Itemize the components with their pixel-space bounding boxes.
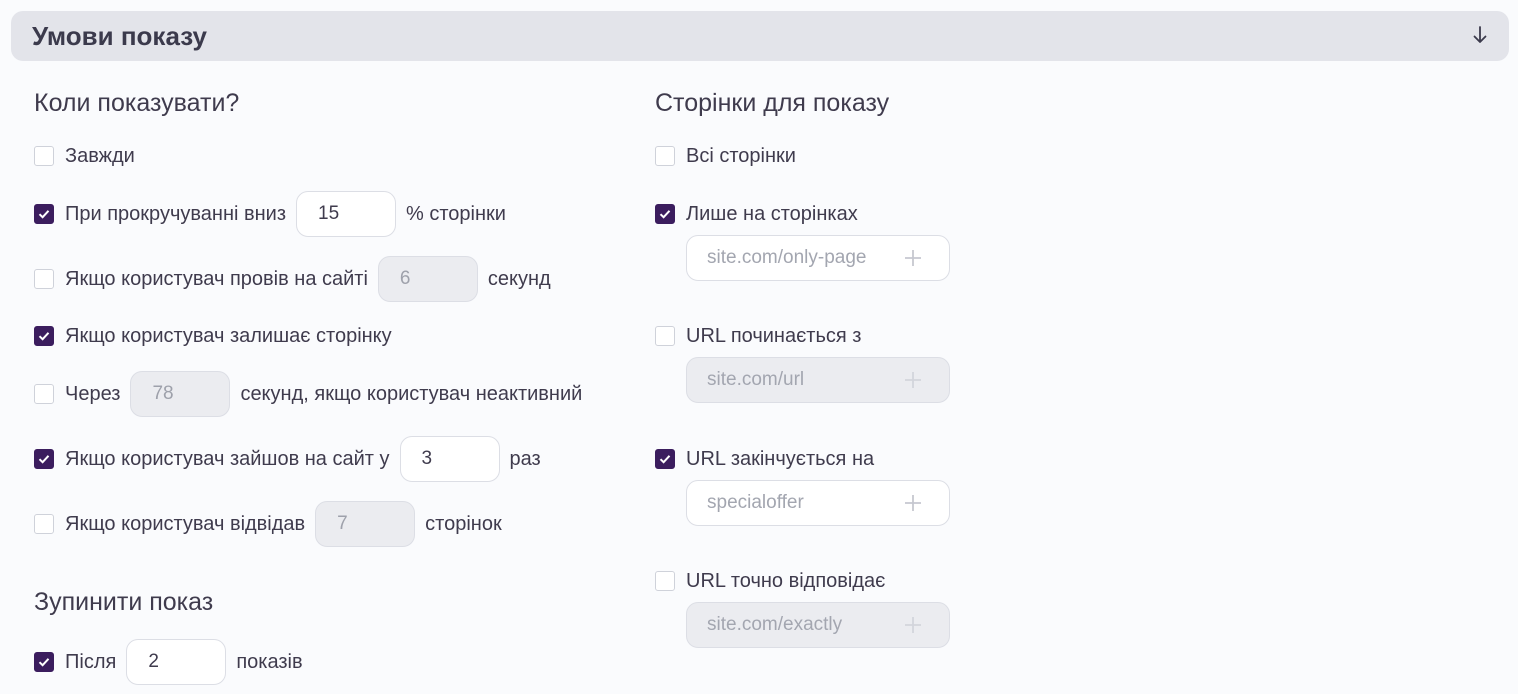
time-on-site-unit-label: секунд — [487, 267, 551, 290]
scroll-unit-label: % сторінки — [406, 202, 506, 225]
time-on-site-input[interactable] — [377, 256, 478, 302]
visits-checkbox[interactable] — [34, 449, 54, 469]
url-starts-field — [686, 357, 950, 403]
option-scroll: При прокручуванні вниз % сторінки — [34, 191, 506, 237]
pages-viewed-label: Якщо користувач відвідав — [65, 512, 306, 535]
always-checkbox[interactable] — [34, 146, 54, 166]
option-pages-viewed: Якщо користувач відвідав сторінок — [34, 501, 502, 547]
option-always: Завжди — [34, 133, 135, 179]
option-time-on-site: Якщо користувач провів на сайті секунд — [34, 256, 551, 302]
pages-viewed-unit-label: сторінок — [425, 512, 502, 535]
option-exit-intent: Якщо користувач залишає сторінку — [34, 313, 392, 359]
arrow-down-icon[interactable] — [1471, 23, 1489, 47]
only-pages-checkbox[interactable] — [655, 204, 675, 224]
inactive-checkbox[interactable] — [34, 384, 54, 404]
visits-unit-label: раз — [509, 447, 541, 470]
option-url-ends: URL закінчується на — [655, 436, 874, 482]
visits-count-input[interactable] — [399, 436, 500, 482]
url-ends-field — [686, 480, 950, 526]
url-ends-input[interactable] — [707, 491, 887, 515]
stop-after-input[interactable] — [126, 639, 227, 685]
url-ends-label: URL закінчується на — [686, 447, 875, 470]
url-starts-label: URL починається з — [686, 324, 862, 347]
option-visits: Якщо користувач зайшов на сайт у раз — [34, 436, 541, 482]
visits-label: Якщо користувач зайшов на сайт у — [65, 447, 390, 470]
url-ends-checkbox[interactable] — [655, 449, 675, 469]
stop-after-unit-label: показів — [236, 650, 303, 673]
section-title: Умови показу — [32, 21, 207, 51]
option-url-exact: URL точно відповідає — [655, 558, 885, 604]
time-on-site-label: Якщо користувач провів на сайті — [65, 267, 368, 290]
pages-title: Сторінки для показу — [655, 89, 890, 117]
all-pages-checkbox[interactable] — [655, 146, 675, 166]
url-exact-label: URL точно відповідає — [686, 569, 886, 592]
plus-icon[interactable] — [903, 248, 923, 268]
plus-icon[interactable] — [903, 370, 923, 390]
when-title: Коли показувати? — [34, 89, 240, 117]
inactive-seconds-input[interactable] — [130, 371, 231, 417]
always-label: Завжди — [65, 144, 135, 167]
section-header[interactable]: Умови показу — [11, 11, 1509, 61]
url-exact-input[interactable] — [707, 613, 887, 637]
scroll-label: При прокручуванні вниз — [65, 202, 286, 225]
only-pages-label: Лише на сторінках — [686, 202, 858, 225]
only-pages-input[interactable] — [707, 246, 887, 270]
pages-viewed-checkbox[interactable] — [34, 514, 54, 534]
only-pages-field — [686, 235, 950, 281]
stop-after-label: Після — [65, 650, 117, 673]
option-only-pages: Лише на сторінках — [655, 191, 858, 237]
option-inactive: Через секунд, якщо користувач неактивний — [34, 371, 582, 417]
stop-title: Зупинити показ — [34, 588, 214, 616]
url-starts-checkbox[interactable] — [655, 326, 675, 346]
plus-icon[interactable] — [903, 493, 923, 513]
stop-after-checkbox[interactable] — [34, 652, 54, 672]
inactive-label: Через — [65, 382, 121, 405]
inactive-unit-label: секунд, якщо користувач неактивний — [240, 382, 583, 405]
exit-intent-checkbox[interactable] — [34, 326, 54, 346]
option-url-starts: URL починається з — [655, 313, 861, 359]
scroll-checkbox[interactable] — [34, 204, 54, 224]
url-starts-input[interactable] — [707, 368, 887, 392]
exit-intent-label: Якщо користувач залишає сторінку — [65, 324, 392, 347]
pages-viewed-input[interactable] — [315, 501, 416, 547]
time-on-site-checkbox[interactable] — [34, 269, 54, 289]
plus-icon[interactable] — [903, 615, 923, 635]
url-exact-checkbox[interactable] — [655, 571, 675, 591]
scroll-percent-input[interactable] — [296, 191, 396, 237]
option-stop-after: Після показів — [34, 639, 303, 685]
option-all-pages: Всі сторінки — [655, 133, 796, 179]
url-exact-field — [686, 602, 950, 648]
all-pages-label: Всі сторінки — [686, 144, 796, 167]
